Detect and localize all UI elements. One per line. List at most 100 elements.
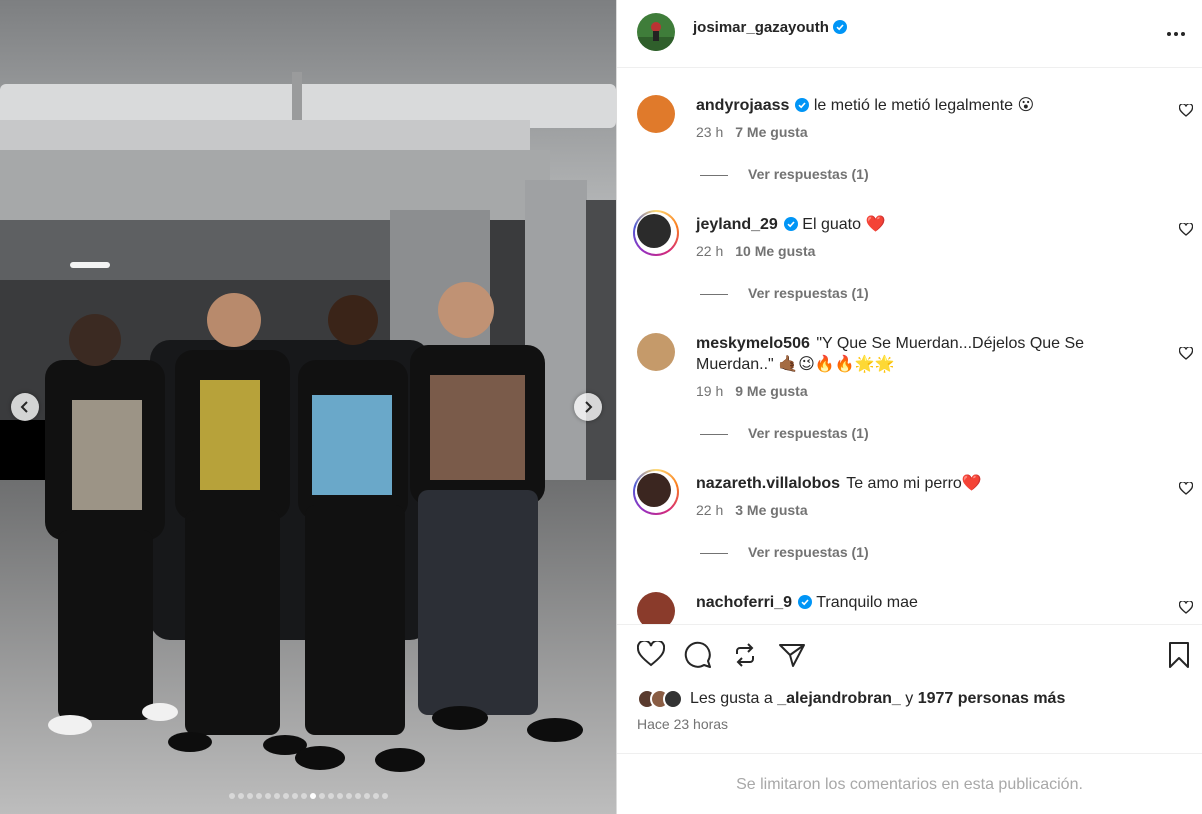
carousel-dot (354, 793, 361, 799)
post-actions: Les gusta a _alejandrobran_ y 1977 perso… (617, 624, 1202, 754)
comment-time[interactable]: 23 h (696, 124, 723, 140)
comment-text: El guato ❤️ (802, 216, 886, 233)
more-icon (1167, 32, 1185, 36)
verified-icon (832, 20, 847, 34)
repost-icon (736, 643, 754, 667)
comment-body: andyrojaass le metió le metió legalmente… (696, 95, 1116, 116)
author-username[interactable]: josimar_gazayouth (693, 19, 847, 36)
likes-summary[interactable]: Les gusta a _alejandrobran_ y 1977 perso… (637, 689, 1065, 709)
view-replies-button[interactable]: Ver respuestas (1) (700, 285, 869, 301)
heart-icon (1178, 600, 1194, 614)
carousel-dot (282, 793, 289, 799)
comment-like-button[interactable] (1178, 600, 1194, 619)
post-photo[interactable] (0, 0, 616, 814)
comment-likes[interactable]: 3 Me gusta (735, 502, 807, 518)
save-button[interactable] (1167, 641, 1191, 674)
comment-text: le metió le metió legalmente 😮 (813, 97, 1035, 114)
comment-username[interactable]: nazareth.villalobos (696, 475, 840, 492)
comment-meta: 19 h 9 Me gusta (696, 383, 808, 399)
carousel-dot (363, 793, 370, 799)
view-replies-button[interactable]: Ver respuestas (1) (700, 544, 869, 560)
commenter-avatar[interactable] (637, 214, 671, 248)
comment-like-button[interactable] (1178, 346, 1194, 365)
post-timestamp[interactable]: Hace 23 horas (637, 716, 728, 732)
comment-meta: 22 h 10 Me gusta (696, 243, 815, 259)
comment-text: Te amo mi perro❤️ (846, 475, 982, 492)
like-button[interactable] (636, 639, 666, 672)
heart-icon (1178, 346, 1194, 360)
carousel-dot (345, 793, 352, 799)
heart-icon (1178, 103, 1194, 117)
comment-likes[interactable]: 10 Me gusta (735, 243, 815, 259)
carousel-indicator (0, 793, 616, 799)
liker-avatar (663, 689, 683, 709)
likes-count[interactable]: 1977 personas más (918, 690, 1066, 707)
carousel-dot (228, 793, 235, 799)
author-avatar[interactable] (637, 13, 675, 51)
comment-body: meskymelo506 "Y Que Se Muerdan...Déjelos… (696, 333, 1116, 375)
carousel-dot (381, 793, 388, 799)
commenter-avatar[interactable] (637, 592, 675, 624)
story-ring[interactable] (633, 210, 679, 256)
comment-time[interactable]: 22 h (696, 243, 723, 259)
comment-time[interactable]: 22 h (696, 502, 723, 518)
commenter-avatar[interactable] (637, 473, 671, 507)
comment-username[interactable]: meskymelo506 (696, 335, 810, 352)
heart-icon (1178, 222, 1194, 236)
comment-like-button[interactable] (1178, 103, 1194, 122)
comment-body: nazareth.villalobos Te amo mi perro❤️ (696, 473, 1116, 494)
comments-limited-notice: Se limitaron los comentarios en esta pub… (736, 776, 1083, 793)
carousel-dot (300, 793, 307, 799)
comment-button[interactable] (684, 641, 712, 674)
carousel-dot (318, 793, 325, 799)
comment-icon (684, 641, 711, 668)
comment-like-button[interactable] (1178, 481, 1194, 500)
bookmark-icon (1169, 642, 1189, 668)
commenter-avatar[interactable] (637, 333, 675, 371)
carousel-next-button[interactable] (574, 393, 602, 421)
comment-body: jeyland_29 El guato ❤️ (696, 214, 1116, 235)
carousel-dot (291, 793, 298, 799)
heart-icon (636, 639, 666, 667)
comment-username[interactable]: andyrojaass (696, 97, 789, 114)
carousel-dot (327, 793, 334, 799)
carousel-dot (273, 793, 280, 799)
comment-meta: 23 h 7 Me gusta (696, 124, 808, 140)
view-replies-button[interactable]: Ver respuestas (1) (700, 166, 869, 182)
post-header: josimar_gazayouth (617, 0, 1202, 68)
commenter-avatar[interactable] (637, 95, 675, 133)
comment-meta: 22 h 3 Me gusta (696, 502, 808, 518)
photo-scene (0, 0, 616, 814)
comment-username[interactable]: nachoferri_9 (696, 594, 792, 611)
heart-icon (1178, 481, 1194, 495)
carousel-dot (246, 793, 253, 799)
share-button[interactable] (778, 641, 806, 674)
comment-time[interactable]: 19 h (696, 383, 723, 399)
story-ring[interactable] (633, 469, 679, 515)
post-sidebar: josimar_gazayouth andyrojaass le metió l… (616, 0, 1202, 814)
verified-icon (783, 217, 798, 231)
share-icon (779, 644, 805, 667)
carousel-dot (372, 793, 379, 799)
verified-icon (795, 98, 810, 112)
carousel-dot (237, 793, 244, 799)
liker-username[interactable]: _alejandrobran_ (777, 690, 901, 707)
comment-text: Tranquilo mae (816, 594, 918, 611)
repost-button[interactable] (731, 641, 759, 674)
view-replies-button[interactable]: Ver respuestas (1) (700, 425, 869, 441)
likes-text: Les gusta a _alejandrobran_ y 1977 perso… (690, 690, 1066, 707)
comment-body: nachoferri_9 Tranquilo mae (696, 592, 1116, 613)
comment-username[interactable]: jeyland_29 (696, 216, 778, 233)
chevron-right-icon (585, 401, 593, 413)
comment-like-button[interactable] (1178, 222, 1194, 241)
comment-likes[interactable]: 7 Me gusta (735, 124, 807, 140)
carousel-dot (255, 793, 262, 799)
carousel-prev-button[interactable] (11, 393, 39, 421)
carousel-dot (264, 793, 271, 799)
verified-icon (798, 595, 813, 609)
comments-list[interactable]: andyrojaass le metió le metió legalmente… (617, 69, 1202, 624)
carousel-dot (309, 793, 316, 799)
more-options-button[interactable] (1166, 24, 1186, 42)
comment-likes[interactable]: 9 Me gusta (735, 383, 807, 399)
carousel-dot (336, 793, 343, 799)
